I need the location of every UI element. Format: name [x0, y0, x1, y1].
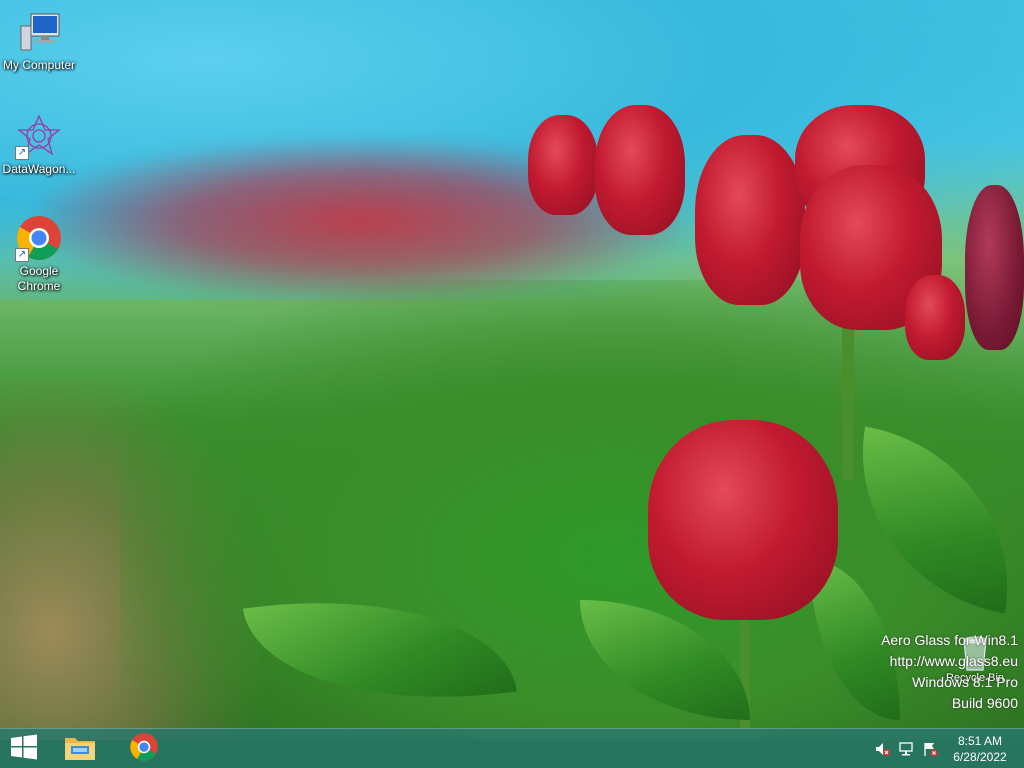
desktop-icon-my-computer[interactable]: My Computer	[0, 8, 78, 73]
watermark-line: Aero Glass for Win8.1	[881, 632, 1018, 648]
watermark-line: http://www.glass8.eu	[889, 653, 1018, 669]
desktop-icon-google-chrome[interactable]: ↗ Google Chrome	[0, 214, 78, 294]
windows-start-icon	[10, 734, 38, 765]
wallpaper-stem	[842, 320, 854, 480]
file-explorer-icon	[63, 732, 97, 767]
chrome-icon	[129, 732, 159, 767]
action-center-flag-icon[interactable]	[922, 741, 938, 757]
clock-date: 6/28/2022	[953, 750, 1007, 764]
taskbar-chrome-button[interactable]	[120, 729, 168, 768]
desktop-icon-datawagon[interactable]: ↗ DataWagon...	[0, 112, 78, 177]
desktop-icon-label: My Computer	[2, 58, 76, 72]
taskbar-clock[interactable]: 8:51 AM 6/28/2022	[944, 733, 1016, 765]
wallpaper-tulip	[595, 105, 685, 235]
wallpaper-tulip	[695, 135, 805, 305]
watermark-line: Build 9600	[951, 695, 1018, 711]
desktop-icon-label: Google Chrome	[17, 264, 61, 293]
taskbar: 8:51 AM 6/28/2022	[0, 728, 1024, 768]
computer-icon	[15, 8, 63, 56]
desktop[interactable]: My Computer ↗ DataWagon... ↗ Google Chro…	[0, 0, 1024, 768]
wallpaper-tulip	[528, 115, 598, 215]
watermark-line: Windows 8.1 Pro	[912, 674, 1018, 690]
wallpaper-tulip	[648, 420, 838, 620]
taskbar-file-explorer-button[interactable]	[56, 729, 104, 768]
start-button[interactable]	[0, 729, 48, 768]
datawagon-icon: ↗	[15, 112, 63, 160]
clock-time: 8:51 AM	[957, 734, 1003, 748]
wallpaper-tulip	[905, 275, 965, 360]
wallpaper-tulip	[965, 185, 1024, 350]
shortcut-arrow-icon: ↗	[15, 248, 29, 262]
shortcut-arrow-icon: ↗	[15, 146, 29, 160]
desktop-icon-label: DataWagon...	[2, 162, 76, 176]
network-icon[interactable]	[898, 741, 914, 757]
volume-muted-icon[interactable]	[874, 741, 890, 757]
os-watermark: Aero Glass for Win8.1 http://www.glass8.…	[881, 630, 1018, 714]
chrome-icon: ↗	[15, 214, 63, 262]
